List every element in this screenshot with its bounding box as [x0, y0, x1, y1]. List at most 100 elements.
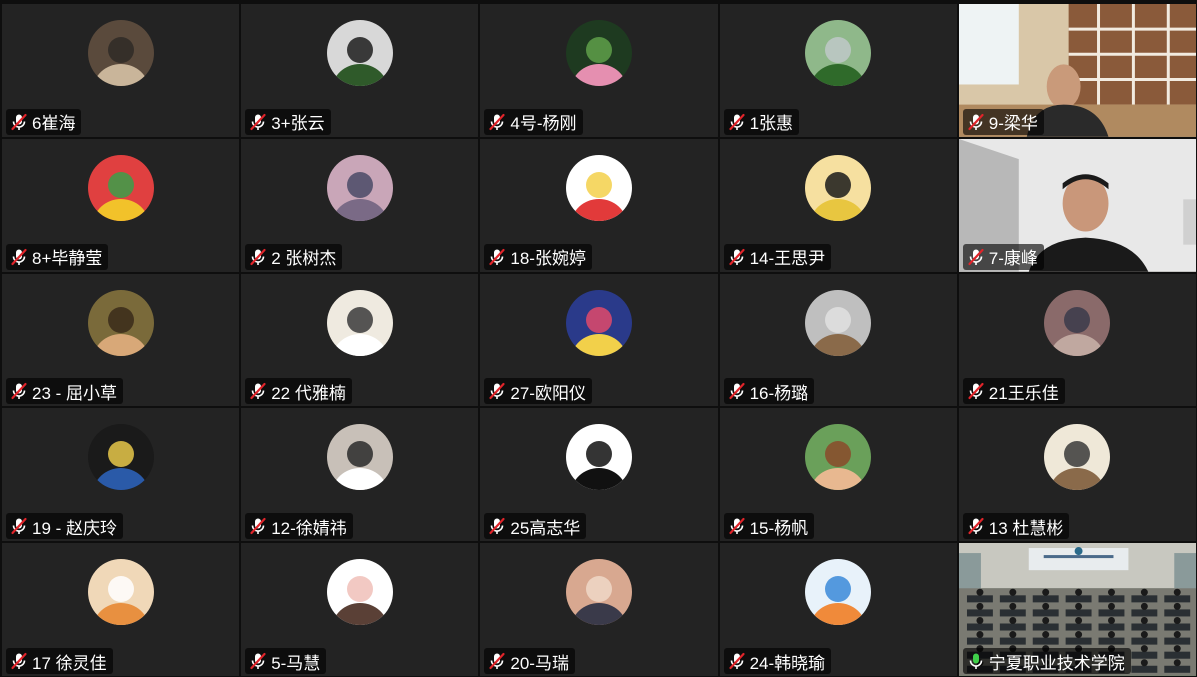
mic-muted-icon [488, 113, 506, 131]
participant-name: 25高志华 [510, 518, 581, 538]
participant-name: 24-韩晓瑜 [749, 653, 826, 673]
participant-tile[interactable]: 13 杜慧彬 [958, 408, 1196, 542]
participant-tile[interactable]: 15-杨帆 [719, 408, 957, 542]
participant-tile[interactable]: 21王乐佳 [958, 273, 1196, 407]
misty-sea-avatar-icon [326, 154, 393, 221]
mic-muted-icon [967, 382, 985, 400]
participant-tile[interactable]: 6崔海 [2, 4, 240, 137]
participant-tile[interactable]: 3+张云 [241, 4, 479, 137]
mic-muted-icon [728, 652, 746, 670]
participant-nametag: 7-康峰 [962, 243, 1044, 270]
participant-name: 15-杨帆 [749, 518, 809, 538]
sailor-cat-avatar-icon [565, 289, 632, 356]
mic-muted-icon [10, 652, 28, 670]
participant-nametag: 24-韩晓瑜 [723, 648, 832, 674]
participant-name: 18-张婉婷 [510, 249, 586, 269]
mic-muted-icon [249, 248, 267, 266]
mic-muted-icon [967, 248, 985, 266]
mic-muted-icon [488, 248, 506, 266]
participant-tile[interactable]: 7-康峰 [958, 138, 1196, 272]
mic-muted-icon [967, 517, 985, 535]
participant-nametag: 8+毕静莹 [6, 243, 109, 270]
mic-muted-icon [249, 382, 267, 400]
participant-tile[interactable]: 17 徐灵佳 [2, 543, 240, 676]
participant-name: 14-王思尹 [749, 249, 826, 269]
participant-tile[interactable]: 12-徐婧祎 [241, 408, 479, 542]
participant-nametag: 20-马瑞 [484, 648, 575, 674]
participant-name: 23 - 屈小草 [32, 383, 118, 403]
mic-muted-icon [10, 113, 28, 131]
mic-muted-icon [10, 517, 28, 535]
participant-nametag: 1张惠 [723, 108, 800, 135]
mic-muted-icon [967, 113, 985, 131]
lotus-avatar-icon [565, 20, 632, 86]
participant-name: 12-徐婧祎 [271, 518, 347, 538]
mic-muted-icon [728, 517, 746, 535]
participant-tile[interactable]: 16-杨璐 [719, 273, 957, 407]
participant-nametag: 6崔海 [6, 108, 82, 135]
mic-muted-icon [488, 652, 506, 670]
participant-nametag: 22 代雅楠 [245, 378, 352, 405]
participant-nametag: 17 徐灵佳 [6, 648, 113, 674]
mic-muted-icon [10, 248, 28, 266]
anime-girl-avatar-icon [805, 424, 872, 491]
participant-name: 1张惠 [749, 114, 794, 134]
mic-muted-icon [488, 382, 506, 400]
participant-nametag: 13 杜慧彬 [962, 513, 1070, 540]
mic-active-icon [967, 652, 985, 670]
sketch-avatar-icon [1044, 424, 1111, 491]
participant-nametag: 3+张云 [245, 108, 331, 135]
street-photo-avatar-icon [1044, 289, 1111, 356]
participant-name: 21王乐佳 [988, 383, 1059, 403]
garden-avatar-icon [805, 20, 872, 86]
participant-name: 19 - 赵庆玲 [32, 518, 118, 538]
participant-name: 9-梁华 [988, 114, 1038, 134]
participant-tile[interactable]: 1张惠 [719, 4, 957, 137]
participant-name: 6崔海 [32, 114, 76, 134]
participant-nametag: 2 张树杰 [245, 243, 343, 270]
pearl-earring-avatar-icon [87, 424, 154, 491]
participant-tile[interactable]: 4号-杨刚 [480, 4, 718, 137]
participant-nametag: 19 - 赵庆玲 [6, 513, 124, 540]
cartoon-duck-avatar-icon [565, 154, 632, 221]
mic-muted-icon [249, 517, 267, 535]
mic-muted-icon [728, 248, 746, 266]
participant-name: 7-康峰 [988, 249, 1038, 269]
participant-tile[interactable]: 2 张树杰 [241, 138, 479, 272]
mic-muted-icon [10, 382, 28, 400]
tiger-costume-avatar-icon [805, 559, 872, 626]
participant-nametag: 21王乐佳 [962, 378, 1065, 405]
participant-nametag: 23 - 屈小草 [6, 378, 124, 405]
cartoon-girl-avatar-icon [326, 559, 393, 626]
dog-photo-avatar-icon [805, 289, 872, 356]
participant-tile[interactable]: 24-韩晓瑜 [719, 543, 957, 676]
participant-nametag: 9-梁华 [962, 108, 1044, 135]
participant-nametag: 27-欧阳仪 [484, 378, 592, 405]
participant-nametag: 18-张婉婷 [484, 243, 592, 270]
participant-tile[interactable]: 18-张婉婷 [480, 138, 718, 272]
participant-nametag: 4号-杨刚 [484, 108, 583, 135]
participant-tile[interactable]: 20-马瑞 [480, 543, 718, 676]
sunset-girl-avatar-icon [565, 559, 632, 626]
participant-tile[interactable]: 22 代雅楠 [241, 273, 479, 407]
participant-name: 2 张树杰 [271, 249, 337, 269]
participant-tile[interactable]: 25高志华 [480, 408, 718, 542]
moomin-avatar-icon [326, 289, 393, 356]
participant-name: 8+毕静莹 [32, 249, 103, 269]
participant-name: 4号-杨刚 [510, 114, 577, 134]
mic-muted-icon [488, 517, 506, 535]
participant-grid: 6崔海 3+张云 4号-杨刚 1张惠 9-梁华 8+毕静莹 2 张树杰 18-张婉婷 14-王思… [2, 4, 1196, 676]
participant-tile[interactable]: 8+毕静莹 [2, 138, 240, 272]
participant-tile[interactable]: 19 - 赵庆玲 [2, 408, 240, 542]
participant-tile[interactable]: 宁夏职业技术学院 [958, 543, 1196, 676]
participant-name: 3+张云 [271, 114, 325, 134]
participant-tile[interactable]: 5-马慧 [241, 543, 479, 676]
participant-nametag: 16-杨璐 [723, 378, 815, 405]
participant-tile[interactable]: 27-欧阳仪 [480, 273, 718, 407]
religious-symbols-avatar-icon [565, 424, 632, 491]
participant-name: 宁夏职业技术学院 [988, 653, 1125, 673]
participant-tile[interactable]: 14-王思尹 [719, 138, 957, 272]
participant-tile[interactable]: 23 - 屈小草 [2, 273, 240, 407]
participant-name: 22 代雅楠 [271, 383, 346, 403]
participant-tile[interactable]: 9-梁华 [958, 4, 1196, 137]
